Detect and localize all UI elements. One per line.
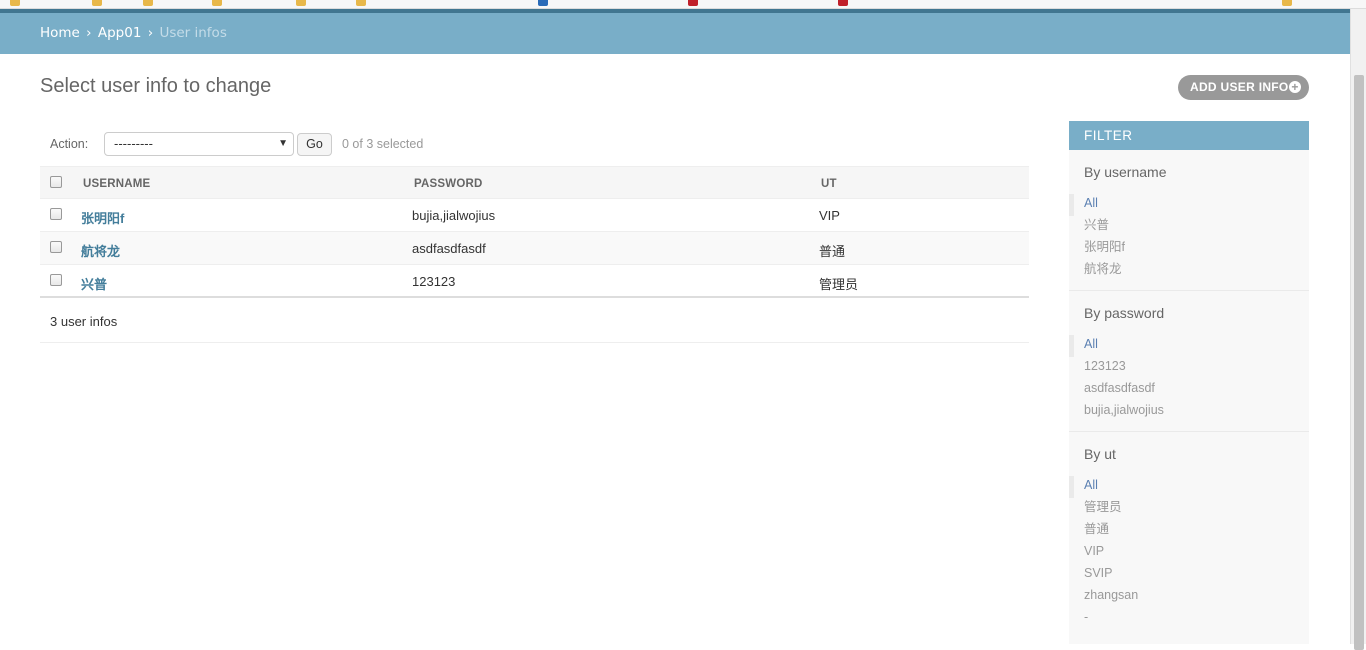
filter-group-title: By ut bbox=[1084, 446, 1116, 462]
bookmark-folder-icon[interactable] bbox=[296, 0, 306, 6]
dropdown-arrow-icon: ▼ bbox=[278, 138, 288, 149]
bookmark-site-icon[interactable] bbox=[688, 0, 698, 6]
filter-option[interactable]: asdfasdfasdf bbox=[1069, 379, 1309, 401]
scrollbar-thumb[interactable] bbox=[1354, 75, 1364, 650]
breadcrumb-home-link[interactable]: Home bbox=[40, 25, 80, 41]
filter-group-title: By username bbox=[1084, 164, 1167, 180]
breadcrumb: Home › App01 › User infos bbox=[0, 13, 1350, 54]
filter-option[interactable]: All bbox=[1069, 194, 1309, 216]
table-row: 张明阳f bujia,jialwojius VIP bbox=[40, 199, 1029, 232]
username-link[interactable]: 兴普 bbox=[81, 274, 107, 293]
password-cell: bujia,jialwojius bbox=[412, 208, 496, 223]
paginator: 3 user infos bbox=[40, 300, 1029, 343]
action-select[interactable]: --------- ▼ bbox=[104, 132, 294, 156]
filter-group-title: By password bbox=[1084, 305, 1165, 321]
ut-cell: VIP bbox=[819, 208, 840, 223]
actions-bar: Action: --------- ▼ Go 0 of 3 selected bbox=[40, 130, 1029, 160]
filter-option[interactable]: 普通 bbox=[1069, 520, 1309, 542]
browser-bookmarks-bar bbox=[0, 0, 1366, 9]
add-user-info-button[interactable]: ADD USER INFO + bbox=[1178, 75, 1309, 100]
breadcrumb-app-link[interactable]: App01 bbox=[98, 25, 142, 41]
page-title: Select user info to change bbox=[40, 75, 272, 97]
bookmark-folder-icon[interactable] bbox=[143, 0, 153, 6]
ut-cell: 管理员 bbox=[819, 277, 859, 292]
filter-option[interactable]: bujia,jialwojius bbox=[1069, 401, 1309, 423]
filter-option[interactable]: 兴普 bbox=[1069, 216, 1309, 238]
column-header-password[interactable]: PASSWORD bbox=[414, 178, 482, 190]
page-scrollbar[interactable] bbox=[1350, 9, 1366, 650]
bookmark-folder-icon[interactable] bbox=[212, 0, 222, 6]
filter-option[interactable]: 张明阳f bbox=[1069, 238, 1309, 260]
bookmark-site-icon[interactable] bbox=[538, 0, 548, 6]
filter-option[interactable]: All bbox=[1069, 476, 1309, 498]
username-link[interactable]: 张明阳f bbox=[81, 208, 124, 227]
filter-sidebar: FILTER By username All 兴普 张明阳f 航将龙 By pa… bbox=[1069, 121, 1309, 644]
filter-option[interactable]: - bbox=[1069, 608, 1309, 630]
password-cell: asdfasdfasdf bbox=[412, 241, 486, 256]
breadcrumb-current: User infos bbox=[159, 25, 227, 41]
table-row: 航将龙 asdfasdfasdf 普通 bbox=[40, 232, 1029, 265]
bookmark-folder-icon[interactable] bbox=[1282, 0, 1292, 6]
table-row: 兴普 123123 管理员 bbox=[40, 265, 1029, 298]
filter-option[interactable]: zhangsan bbox=[1069, 586, 1309, 608]
results-table: USERNAME PASSWORD UT 张明阳f bujia,jialwoji… bbox=[40, 166, 1029, 298]
breadcrumb-separator: › bbox=[86, 25, 92, 41]
row-checkbox[interactable] bbox=[50, 274, 62, 286]
action-select-value: --------- bbox=[114, 136, 153, 151]
password-cell: 123123 bbox=[412, 274, 456, 289]
add-button-label: ADD USER INFO bbox=[1190, 80, 1289, 94]
selection-counter: 0 of 3 selected bbox=[342, 137, 424, 151]
bookmark-site-icon[interactable] bbox=[838, 0, 848, 6]
filter-option[interactable]: 123123 bbox=[1069, 357, 1309, 379]
column-header-username[interactable]: USERNAME bbox=[83, 178, 150, 190]
plus-icon: + bbox=[1289, 81, 1301, 93]
filter-title: FILTER bbox=[1069, 121, 1309, 150]
bookmark-folder-icon[interactable] bbox=[10, 0, 20, 6]
username-link[interactable]: 航将龙 bbox=[81, 241, 120, 260]
filter-option[interactable]: SVIP bbox=[1069, 564, 1309, 586]
filter-option[interactable]: 航将龙 bbox=[1069, 260, 1309, 282]
table-header: USERNAME PASSWORD UT bbox=[40, 166, 1029, 199]
filter-group-username: By username All 兴普 张明阳f 航将龙 bbox=[1069, 150, 1309, 291]
filter-option[interactable]: 管理员 bbox=[1069, 498, 1309, 520]
action-label: Action: bbox=[50, 137, 89, 151]
row-checkbox[interactable] bbox=[50, 208, 62, 220]
filter-group-ut: By ut All 管理员 普通 VIP SVIP zhangsan - bbox=[1069, 432, 1309, 638]
filter-option[interactable]: All bbox=[1069, 335, 1309, 357]
select-all-checkbox[interactable] bbox=[50, 176, 62, 188]
column-header-ut[interactable]: UT bbox=[821, 178, 837, 190]
breadcrumb-separator: › bbox=[147, 25, 154, 41]
bookmark-folder-icon[interactable] bbox=[92, 0, 102, 6]
ut-cell: 普通 bbox=[819, 244, 846, 259]
bookmark-folder-icon[interactable] bbox=[356, 0, 366, 6]
filter-group-password: By password All 123123 asdfasdfasdf buji… bbox=[1069, 291, 1309, 432]
go-button[interactable]: Go bbox=[297, 133, 332, 156]
filter-option[interactable]: VIP bbox=[1069, 542, 1309, 564]
row-checkbox[interactable] bbox=[50, 241, 62, 253]
